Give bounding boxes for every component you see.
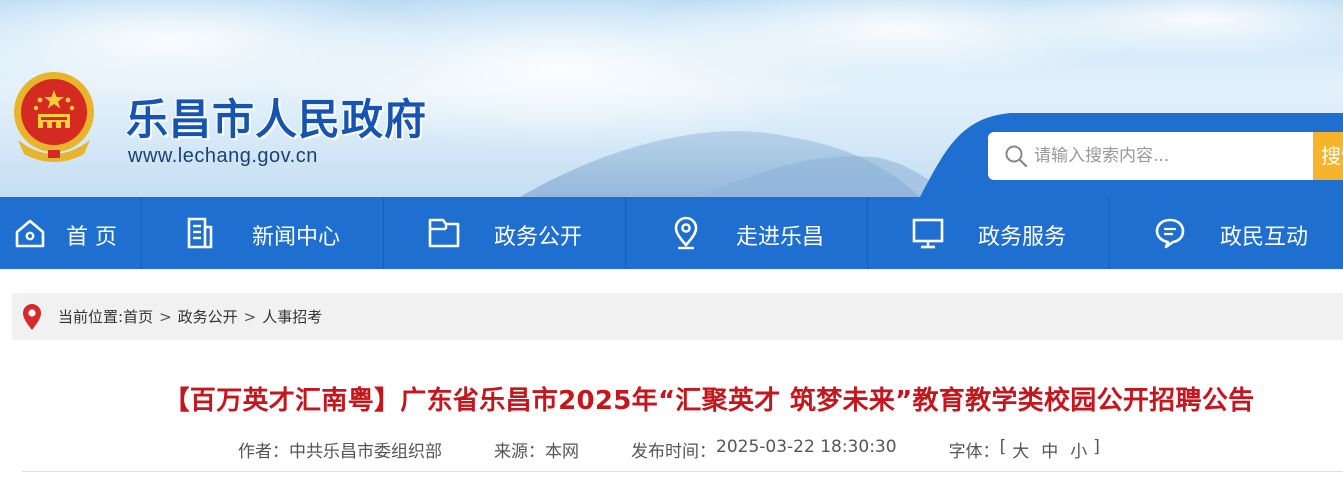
home-icon <box>15 219 45 248</box>
search-bar: 搜索 <box>988 132 1343 180</box>
breadcrumb-gov-affairs[interactable]: 政务公开 <box>178 306 238 327</box>
source-value: 本网 <box>545 442 579 462</box>
article-title: 【百万英才汇南粤】广东省乐昌市2025年“汇聚英才 筑梦未来”教育教学类校园公开… <box>163 386 1255 416</box>
nav-item-interaction[interactable]: 政民互动 <box>1110 197 1343 269</box>
site-title: 乐昌市人民政府 <box>126 95 428 144</box>
nav-item-visit-lechang[interactable]: 走进乐昌 <box>626 197 868 269</box>
nav-label: 政民互动 <box>1220 225 1309 250</box>
breadcrumb-personnel[interactable]: 人事招考 <box>262 306 322 327</box>
font-size-medium[interactable]: 中 <box>1041 437 1058 462</box>
divider <box>22 471 1343 472</box>
site-url: www.lechang.gov.cn <box>128 145 318 167</box>
national-emblem-icon <box>14 72 94 162</box>
nav-label: 新闻中心 <box>252 225 341 250</box>
folder-icon <box>428 218 460 248</box>
nav-label: 政务服务 <box>978 225 1067 250</box>
nav-label: 政务公开 <box>494 225 583 250</box>
published-value: 2025-03-22 18:30:30 <box>716 437 897 457</box>
breadcrumb-separator: > <box>243 307 257 326</box>
breadcrumb: 当前位置: 首页 > 政务公开 > 人事招考 <box>12 293 1343 340</box>
search-input[interactable] <box>1034 146 1304 166</box>
font-size-label: 字体： <box>948 442 1000 462</box>
source-label: 来源： <box>494 442 545 462</box>
font-size-bracket-close: ] <box>1093 437 1100 457</box>
author-label: 作者： <box>238 442 289 462</box>
nav-item-home[interactable]: 首 页 <box>0 197 142 269</box>
font-size-large[interactable]: 大 <box>1012 437 1029 462</box>
nav-item-gov-affairs[interactable]: 政务公开 <box>384 197 626 269</box>
search-button[interactable]: 搜索 <box>1313 132 1343 180</box>
breadcrumb-separator: > <box>159 307 172 326</box>
nav-item-gov-services[interactable]: 政务服务 <box>868 197 1110 269</box>
main-nav: 首 页 新闻中心 政务公开 走进乐昌 政务服务 政民互动 <box>0 197 1343 269</box>
breadcrumb-home[interactable]: 首页 <box>123 306 153 327</box>
font-size-small[interactable]: 小 <box>1070 437 1087 462</box>
map-pin-icon <box>23 303 41 330</box>
published-label: 发布时间： <box>631 442 716 462</box>
article-meta: 作者： 中共乐昌市委组织部 来源： 本网 发布时间： 2025-03-22 18… <box>238 437 1100 462</box>
search-icon <box>1005 145 1028 168</box>
search-box <box>988 132 1313 180</box>
font-size-bracket-open: [ <box>999 437 1007 457</box>
news-icon <box>187 217 213 249</box>
nav-item-news[interactable]: 新闻中心 <box>142 197 384 269</box>
breadcrumb-prefix: 当前位置: <box>58 308 124 326</box>
nav-label: 走进乐昌 <box>736 225 825 250</box>
monitor-icon <box>912 218 944 249</box>
location-icon <box>674 216 698 250</box>
chat-icon <box>1155 218 1185 249</box>
site-header: 乐昌市人民政府 www.lechang.gov.cn 搜索 <box>0 0 1343 197</box>
nav-label: 首 页 <box>66 225 117 250</box>
author-value: 中共乐昌市委组织部 <box>289 442 442 462</box>
